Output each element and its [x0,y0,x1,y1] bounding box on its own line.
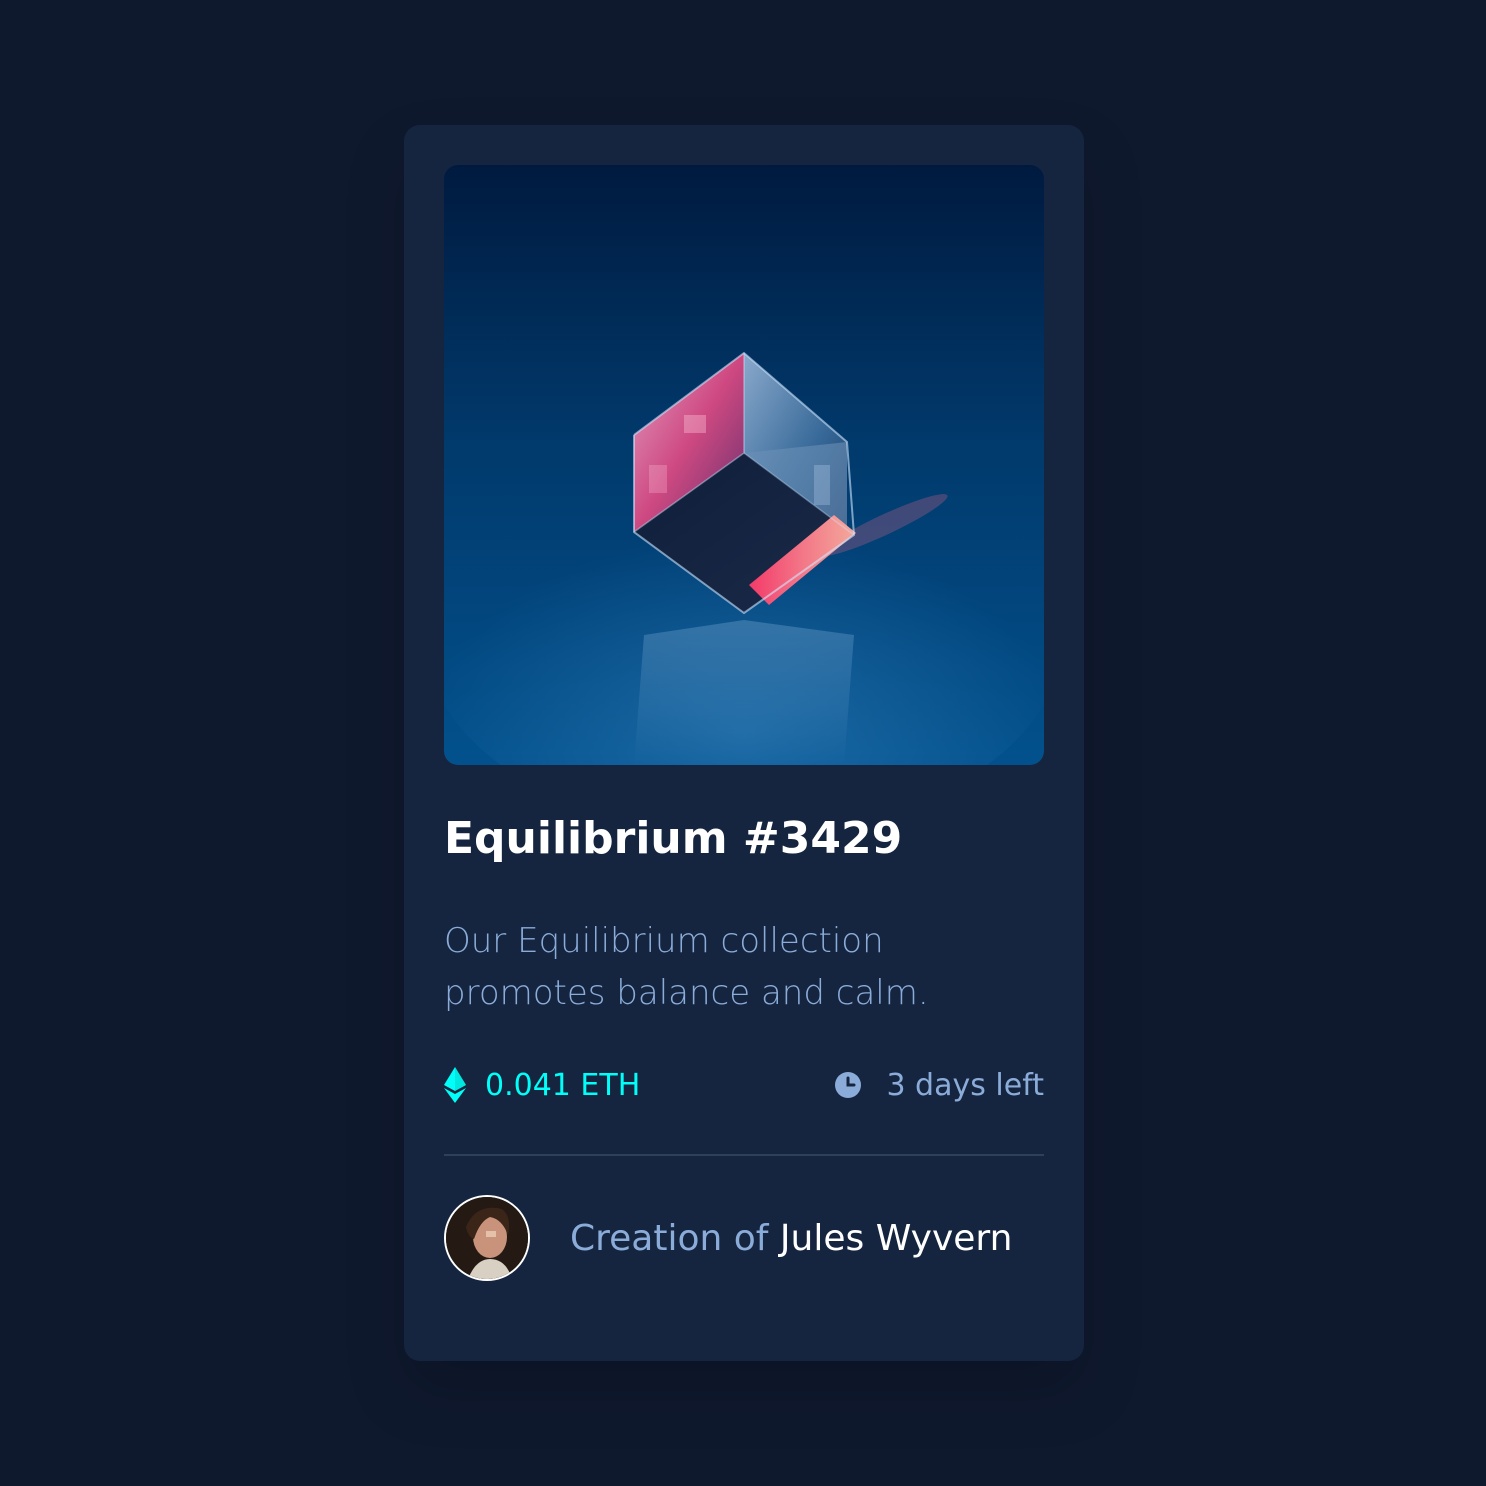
creator-line: Creation of Jules Wyvern [570,1218,1012,1259]
time-left-value: 3 days left [886,1067,1044,1103]
creator-name[interactable]: Jules Wyvern [780,1218,1013,1259]
equilibrium-cube-image [444,165,1044,765]
nft-image[interactable] [444,165,1044,765]
description-line-1: Our Equilibrium collection [444,921,884,961]
nft-preview-card: Equilibrium #3429 Our Equilibrium collec… [404,125,1084,1361]
price: 0.041 ETH [444,1063,640,1107]
description-line-2: promotes balance and calm. [444,973,929,1013]
divider [444,1154,1044,1156]
nft-title[interactable]: Equilibrium #3429 [444,813,902,864]
price-value: 0.041 ETH [485,1067,641,1103]
time-remaining: 3 days left [834,1063,1044,1107]
creator-avatar-image [446,1197,528,1279]
ethereum-icon [444,1067,466,1103]
clock-icon [835,1072,862,1098]
creator-prefix: Creation of [570,1217,780,1259]
creator-info: Creation of Jules Wyvern [444,1195,1012,1281]
avatar [444,1195,530,1281]
nft-stats: 0.041 ETH 3 days left [444,1063,1044,1107]
nft-description: Our Equilibrium collection promotes bala… [444,915,1004,1019]
